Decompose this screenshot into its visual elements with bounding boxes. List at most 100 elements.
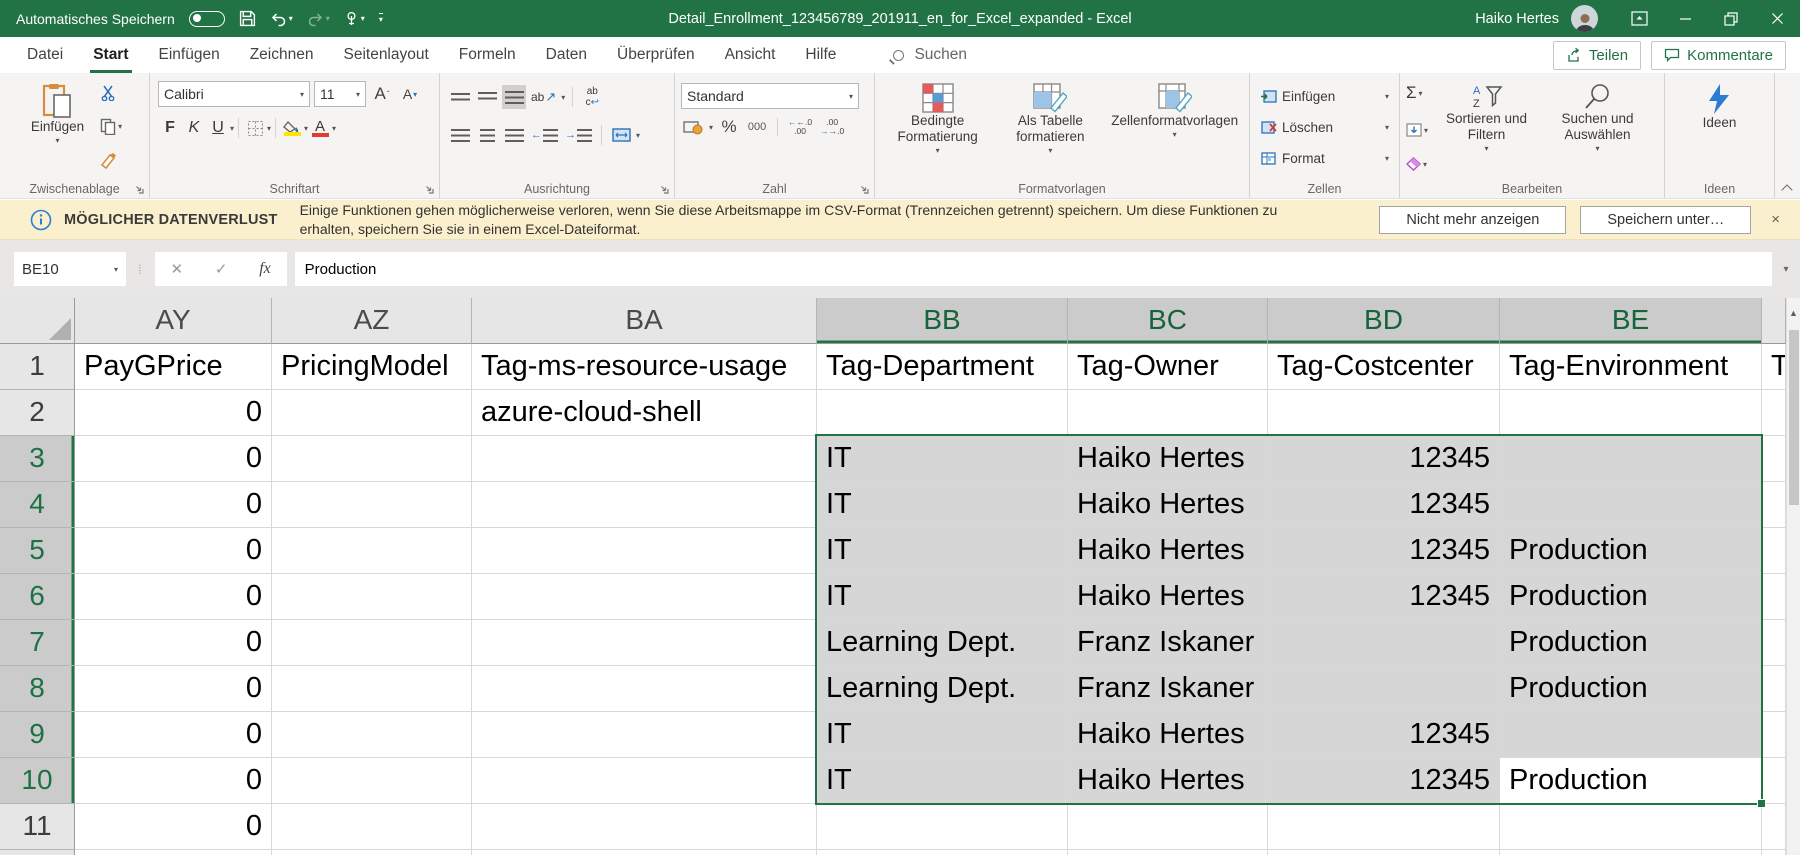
cell-BD-3[interactable]: 12345	[1268, 436, 1500, 482]
underline-dropdown-icon[interactable]: ▾	[230, 124, 234, 133]
top-align-button[interactable]	[448, 85, 472, 109]
cell-BA-12[interactable]	[472, 850, 817, 855]
cell-AZ-1[interactable]: PricingModel	[272, 344, 472, 390]
cell-BC-12[interactable]	[1068, 850, 1268, 855]
decrease-font-size-button[interactable]: A▾	[398, 82, 422, 106]
cell-BE-7[interactable]: Production	[1500, 620, 1762, 666]
cell-styles-dropdown-icon[interactable]: ▾	[1173, 130, 1177, 140]
cell-BB-7[interactable]: Learning Dept.	[817, 620, 1068, 666]
cell-BA-4[interactable]	[472, 482, 817, 528]
comments-button[interactable]: Kommentare	[1651, 41, 1786, 70]
italic-button[interactable]: K	[182, 116, 206, 140]
column-header-AZ[interactable]: AZ	[272, 298, 472, 344]
center-button[interactable]	[475, 123, 499, 147]
cell-BE-9[interactable]	[1500, 712, 1762, 758]
cell-AY-2[interactable]: 0	[75, 390, 272, 436]
vertical-scrollbar[interactable]: ▲	[1786, 298, 1800, 855]
cell-AZ-2[interactable]	[272, 390, 472, 436]
row-header-6[interactable]: 6	[0, 574, 75, 620]
cut-button[interactable]	[100, 85, 122, 101]
redo-dropdown-icon[interactable]: ▾	[326, 14, 330, 23]
cell-BC-9[interactable]: Haiko Hertes	[1068, 712, 1268, 758]
cell-BE-12[interactable]	[1500, 850, 1762, 855]
decrease-decimal-button[interactable]: .00→→.0	[818, 115, 846, 139]
borders-button[interactable]	[243, 116, 267, 140]
tab-start[interactable]: Start	[78, 37, 143, 73]
wrap-text-button[interactable]: ab c↩	[580, 85, 604, 109]
column-header-BE[interactable]: BE	[1500, 298, 1762, 344]
font-dialog-launcher-icon[interactable]	[424, 184, 435, 195]
touch-mode-button[interactable]: ▾	[344, 11, 365, 27]
cell-partial-5[interactable]	[1762, 528, 1786, 574]
fill-button[interactable]: ▾	[1406, 123, 1428, 137]
cell-BC-7[interactable]: Franz Iskaner	[1068, 620, 1268, 666]
cell-partial-8[interactable]	[1762, 666, 1786, 712]
tab-datei[interactable]: Datei	[12, 37, 78, 73]
cell-BD-11[interactable]	[1268, 804, 1500, 850]
scrollbar-thumb[interactable]	[1789, 330, 1799, 505]
cell-AY-12[interactable]	[75, 850, 272, 855]
autosave-toggle[interactable]	[189, 11, 225, 27]
name-box[interactable]: BE10 ▾	[14, 252, 126, 286]
search-box[interactable]: Suchen	[893, 46, 967, 64]
user-name[interactable]: Haiko Hertes	[1475, 11, 1559, 27]
sort-filter-dropdown-icon[interactable]: ▾	[1485, 144, 1489, 154]
select-all-button[interactable]	[0, 298, 75, 344]
orientation-button[interactable]: ab ↗	[529, 85, 558, 109]
cell-BE-10[interactable]: Production	[1500, 758, 1762, 804]
cell-AY-11[interactable]: 0	[75, 804, 272, 850]
cell-BE-1[interactable]: Tag-Environment	[1500, 344, 1762, 390]
cell-BC-4[interactable]: Haiko Hertes	[1068, 482, 1268, 528]
delete-cells-button[interactable]: Löschen ▾	[1260, 114, 1389, 140]
column-header-BA[interactable]: BA	[472, 298, 817, 344]
cell-partial-6[interactable]	[1762, 574, 1786, 620]
bold-button[interactable]: F	[158, 116, 182, 140]
cell-BD-6[interactable]: 12345	[1268, 574, 1500, 620]
column-header-BC[interactable]: BC	[1068, 298, 1268, 344]
collapse-ribbon-icon[interactable]	[1783, 183, 1792, 192]
cell-partial-7[interactable]	[1762, 620, 1786, 666]
paste-dropdown-icon[interactable]: ▾	[55, 136, 59, 146]
cell-partial-9[interactable]	[1762, 712, 1786, 758]
autosum-button[interactable]: Σ ▾	[1406, 83, 1428, 103]
format-cells-button[interactable]: Format ▾	[1260, 145, 1389, 171]
underline-button[interactable]: U	[206, 116, 230, 140]
touch-mode-dropdown-icon[interactable]: ▾	[361, 14, 365, 23]
close-warning-icon[interactable]: ×	[1765, 211, 1786, 228]
name-box-dropdown-icon[interactable]: ▾	[114, 265, 118, 274]
font-color-dropdown-icon[interactable]: ▾	[332, 124, 336, 133]
user-avatar[interactable]	[1571, 5, 1598, 32]
enter-icon[interactable]: ✓	[215, 260, 228, 278]
paste-button[interactable]: Einfügen ▾	[25, 81, 90, 173]
undo-button[interactable]: ▾	[270, 11, 293, 27]
clear-dropdown-icon[interactable]: ▾	[1423, 160, 1427, 169]
cell-BB-11[interactable]	[817, 804, 1068, 850]
cell-BA-9[interactable]	[472, 712, 817, 758]
cell-BB-3[interactable]: IT	[817, 436, 1068, 482]
expand-formula-bar-icon[interactable]: ▾	[1772, 264, 1800, 275]
merge-center-dropdown-icon[interactable]: ▾	[636, 131, 640, 140]
cell-BC-8[interactable]: Franz Iskaner	[1068, 666, 1268, 712]
cell-BA-3[interactable]	[472, 436, 817, 482]
row-header-11[interactable]: 11	[0, 804, 75, 850]
cell-BA-6[interactable]	[472, 574, 817, 620]
tab-zeichnen[interactable]: Zeichnen	[235, 37, 329, 73]
format-cells-dropdown-icon[interactable]: ▾	[1385, 154, 1389, 163]
cell-AY-9[interactable]: 0	[75, 712, 272, 758]
cell-BB-5[interactable]: IT	[817, 528, 1068, 574]
cell-BC-5[interactable]: Haiko Hertes	[1068, 528, 1268, 574]
cell-partial-3[interactable]	[1762, 436, 1786, 482]
increase-indent-button[interactable]: →	[563, 123, 594, 147]
tab-einfuegen[interactable]: Einfügen	[144, 37, 235, 73]
sort-filter-button[interactable]: AZ Sortieren und Filtern ▾	[1434, 81, 1539, 173]
cancel-icon[interactable]: ✕	[171, 260, 184, 278]
ideas-button[interactable]: Ideen	[1697, 81, 1743, 173]
cell-BD-5[interactable]: 12345	[1268, 528, 1500, 574]
row-header-5[interactable]: 5	[0, 528, 75, 574]
formula-bar-divider[interactable]: ⁞	[138, 262, 143, 277]
cell-AY-8[interactable]: 0	[75, 666, 272, 712]
column-header-BB[interactable]: BB	[817, 298, 1068, 344]
tab-seitenlayout[interactable]: Seitenlayout	[328, 37, 443, 73]
conditional-formatting-button[interactable]: Bedingte Formatierung ▾	[879, 81, 996, 173]
cell-BA-1[interactable]: Tag-ms-resource-usage	[472, 344, 817, 390]
